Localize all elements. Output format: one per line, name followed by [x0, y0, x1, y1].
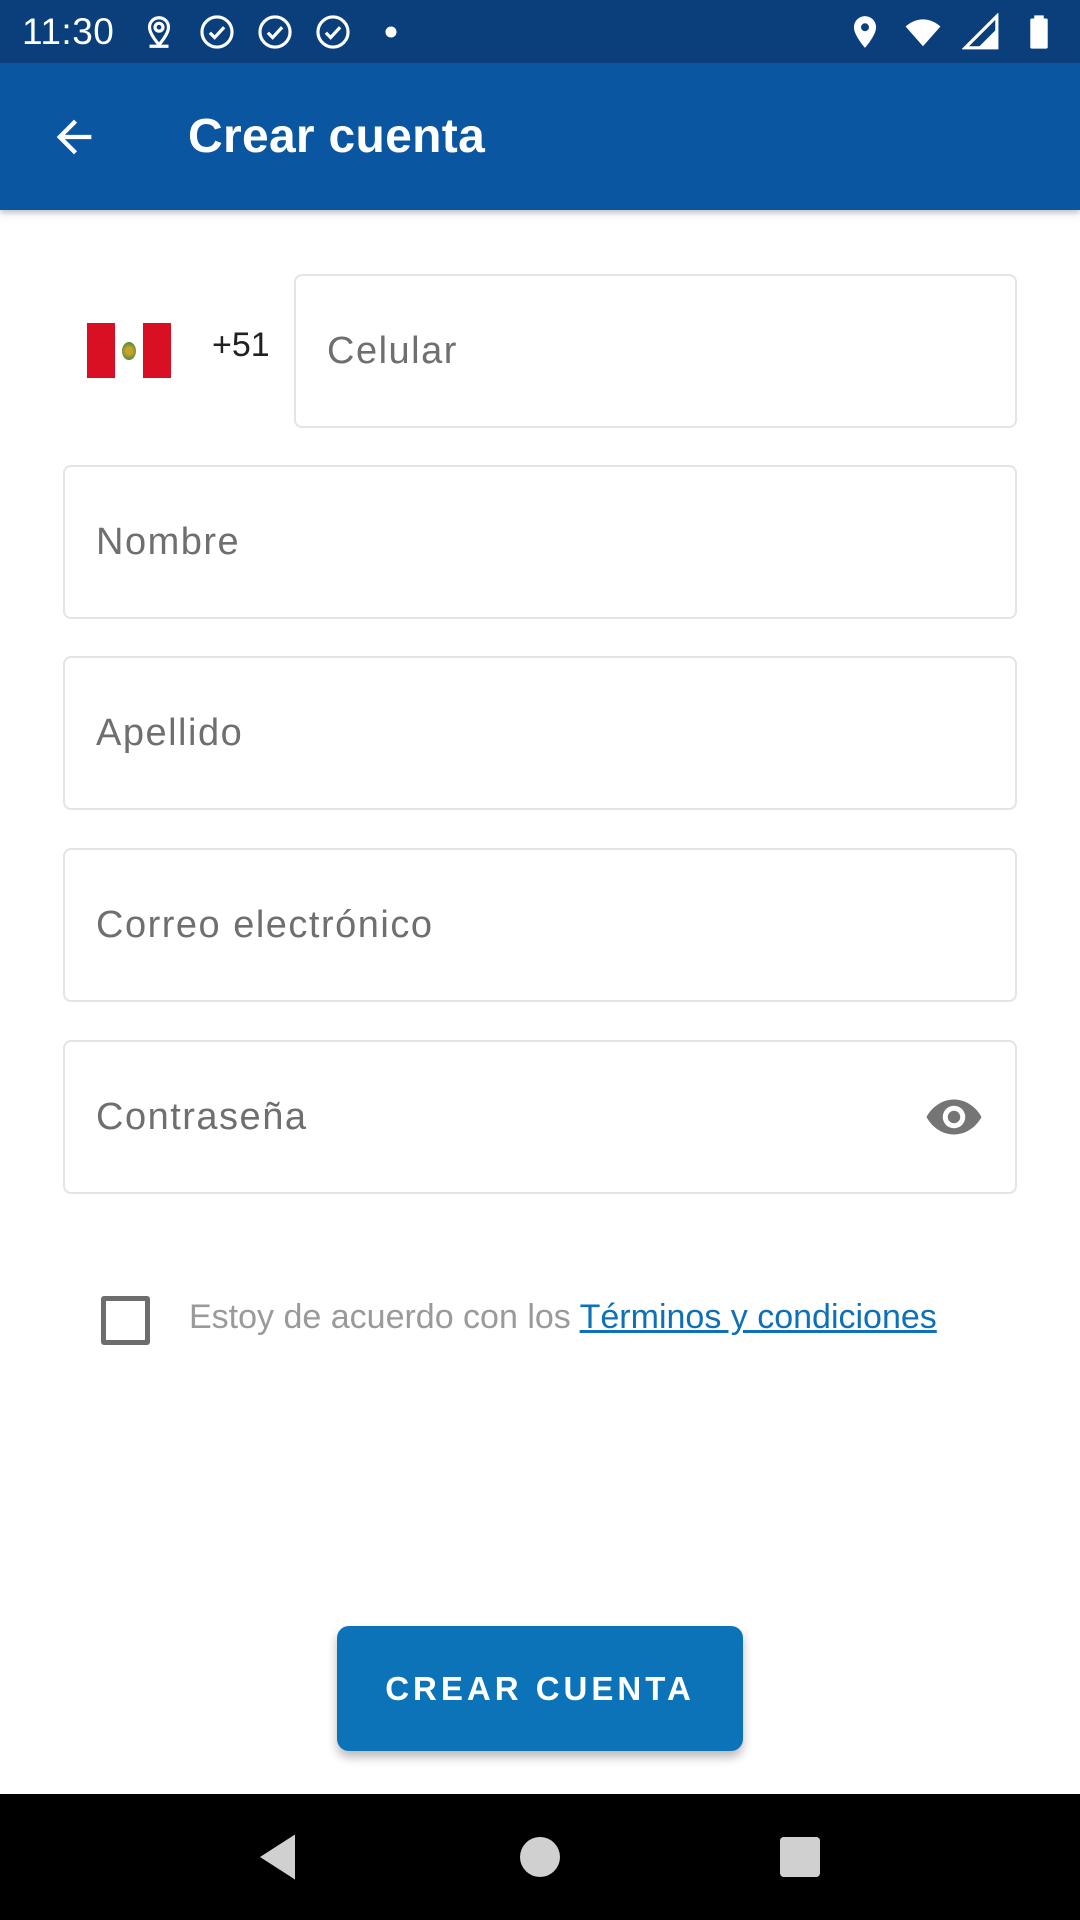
wifi-icon — [904, 13, 942, 51]
terms-checkbox[interactable] — [101, 1296, 150, 1345]
circle-home-icon — [520, 1837, 560, 1877]
check-circle-icon — [198, 13, 236, 51]
email-input[interactable]: Correo electrónico — [63, 848, 1017, 1002]
terms-link[interactable]: Términos y condiciones — [580, 1298, 937, 1336]
notification-icons — [140, 13, 410, 51]
nav-back-button[interactable] — [240, 1817, 320, 1897]
signal-icon — [962, 12, 1000, 51]
dial-code[interactable]: +51 — [212, 326, 270, 365]
location-icon — [846, 13, 884, 51]
first-name-input[interactable]: Nombre — [63, 465, 1017, 619]
password-input[interactable]: Contraseña — [63, 1040, 1017, 1194]
status-bar: 11:30 — [0, 0, 1080, 63]
terms-label: Estoy de acuerdo con los Términos y cond… — [189, 1298, 937, 1337]
dot-icon — [372, 13, 410, 51]
toggle-password-visibility-button[interactable] — [923, 1086, 985, 1148]
check-circle-icon — [256, 13, 294, 51]
system-icons — [846, 12, 1058, 51]
eye-icon — [926, 1099, 982, 1135]
app-bar: Crear cuenta — [0, 63, 1080, 210]
location-pin-icon — [140, 13, 178, 51]
check-circle-icon — [314, 13, 352, 51]
create-account-button[interactable]: CREAR CUENTA — [337, 1626, 743, 1751]
nav-home-button[interactable] — [500, 1817, 580, 1897]
status-time: 11:30 — [22, 10, 115, 52]
first-name-placeholder: Nombre — [96, 520, 241, 563]
terms-text: Estoy de acuerdo con los — [189, 1298, 580, 1336]
arrow-back-icon — [56, 119, 92, 154]
square-recents-icon — [780, 1837, 820, 1877]
last-name-input[interactable]: Apellido — [63, 656, 1017, 810]
nav-recents-button[interactable] — [760, 1817, 840, 1897]
page-title: Crear cuenta — [188, 110, 486, 163]
phone-input[interactable]: Celular — [294, 274, 1017, 428]
battery-icon — [1020, 13, 1058, 51]
peru-flag-icon[interactable] — [87, 323, 171, 378]
email-placeholder: Correo electrónico — [96, 903, 434, 946]
phone-placeholder: Celular — [327, 329, 458, 372]
back-button[interactable] — [24, 87, 124, 187]
triangle-back-icon — [260, 1834, 295, 1880]
password-placeholder: Contraseña — [96, 1095, 308, 1138]
last-name-placeholder: Apellido — [96, 711, 244, 754]
navigation-bar — [0, 1794, 1080, 1920]
